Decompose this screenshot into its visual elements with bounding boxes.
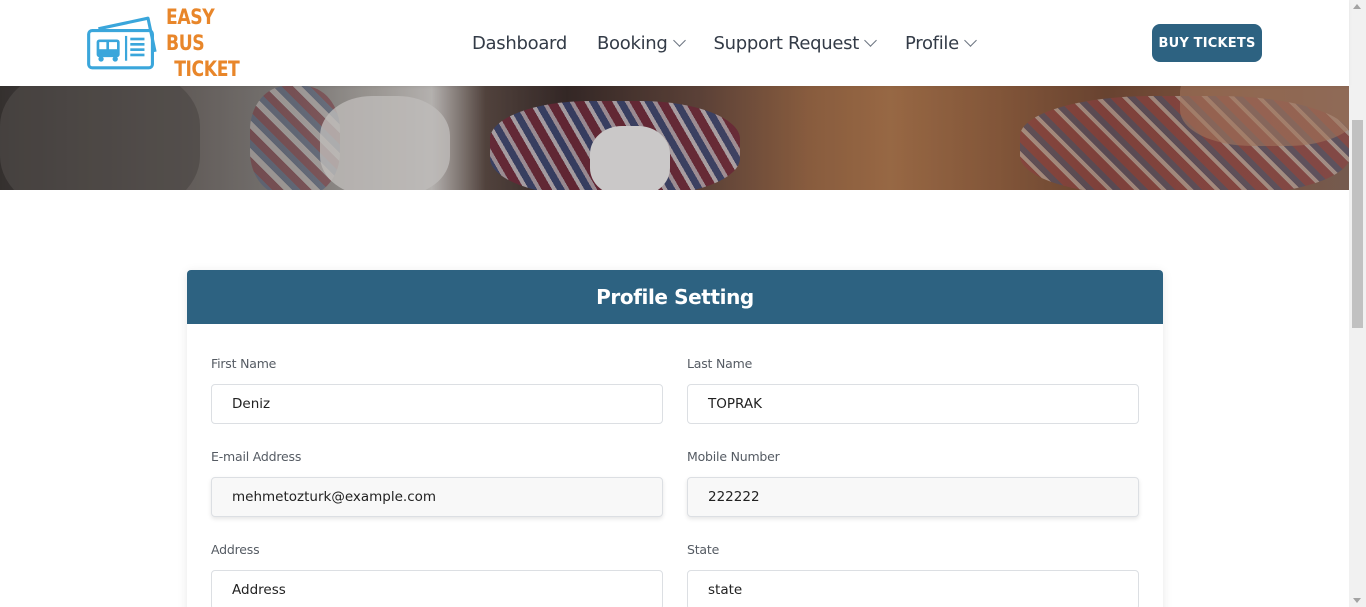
scroll-up-icon[interactable]: [1353, 4, 1361, 9]
brand-logo[interactable]: EASY BUS TICKET: [86, 5, 266, 81]
state-input[interactable]: state: [687, 570, 1139, 607]
chevron-down-icon: [964, 34, 977, 47]
address-input[interactable]: Address: [211, 570, 663, 607]
first-name-label: First Name: [211, 356, 277, 371]
mobile-number-field[interactable]: 222222: [687, 477, 1139, 517]
site-header: EASY BUS TICKET Dashboard Booking Suppor…: [0, 0, 1349, 86]
email-label: E-mail Address: [211, 449, 302, 464]
banner-overlay: [0, 86, 1349, 190]
profile-setting-card: Profile Setting First Name Deniz Last Na…: [187, 270, 1163, 607]
card-header: Profile Setting: [187, 270, 1163, 324]
last-name-group: Last Name TOPRAK: [687, 356, 1139, 424]
nav-item-label: Profile: [905, 32, 959, 54]
first-name-input[interactable]: Deniz: [211, 384, 663, 424]
scrollbar-thumb[interactable]: [1352, 120, 1363, 328]
nav-item-support-request[interactable]: Support Request: [713, 32, 877, 54]
bus-ticket-icon: [87, 16, 157, 70]
last-name-input[interactable]: TOPRAK: [687, 384, 1139, 424]
email-field[interactable]: mehmetozturk@example.com: [211, 477, 663, 517]
state-label: State: [687, 542, 720, 557]
page-scrollbar[interactable]: [1349, 0, 1366, 607]
chevron-down-icon: [864, 34, 877, 47]
address-label: Address: [211, 542, 260, 557]
main-nav: Dashboard Booking Support Request Profil…: [472, 30, 1005, 56]
scroll-down-icon[interactable]: [1353, 598, 1361, 603]
buy-tickets-button[interactable]: BUY TICKETS: [1152, 24, 1262, 62]
mobile-group: Mobile Number 222222: [687, 449, 1139, 517]
nav-item-dashboard[interactable]: Dashboard: [472, 33, 567, 54]
hero-banner-image: [0, 86, 1349, 190]
nav-item-profile[interactable]: Profile: [905, 32, 977, 54]
brand-name-line2: TICKET: [174, 57, 241, 81]
email-group: E-mail Address mehmetozturk@example.com: [211, 449, 663, 517]
brand-name: EASY BUS TICKET: [166, 4, 248, 82]
nav-item-booking[interactable]: Booking: [596, 32, 686, 54]
last-name-label: Last Name: [687, 356, 753, 371]
address-group: Address Address: [211, 542, 663, 607]
state-group: State state: [687, 542, 1139, 607]
nav-item-label: Dashboard: [472, 32, 567, 54]
first-name-group: First Name Deniz: [211, 356, 663, 424]
card-title: Profile Setting: [596, 285, 754, 309]
nav-item-label: Booking: [596, 32, 668, 54]
nav-item-label: Support Request: [713, 32, 860, 54]
brand-name-line1: EASY BUS: [166, 5, 215, 55]
mobile-label: Mobile Number: [687, 449, 780, 464]
chevron-down-icon: [672, 34, 686, 47]
